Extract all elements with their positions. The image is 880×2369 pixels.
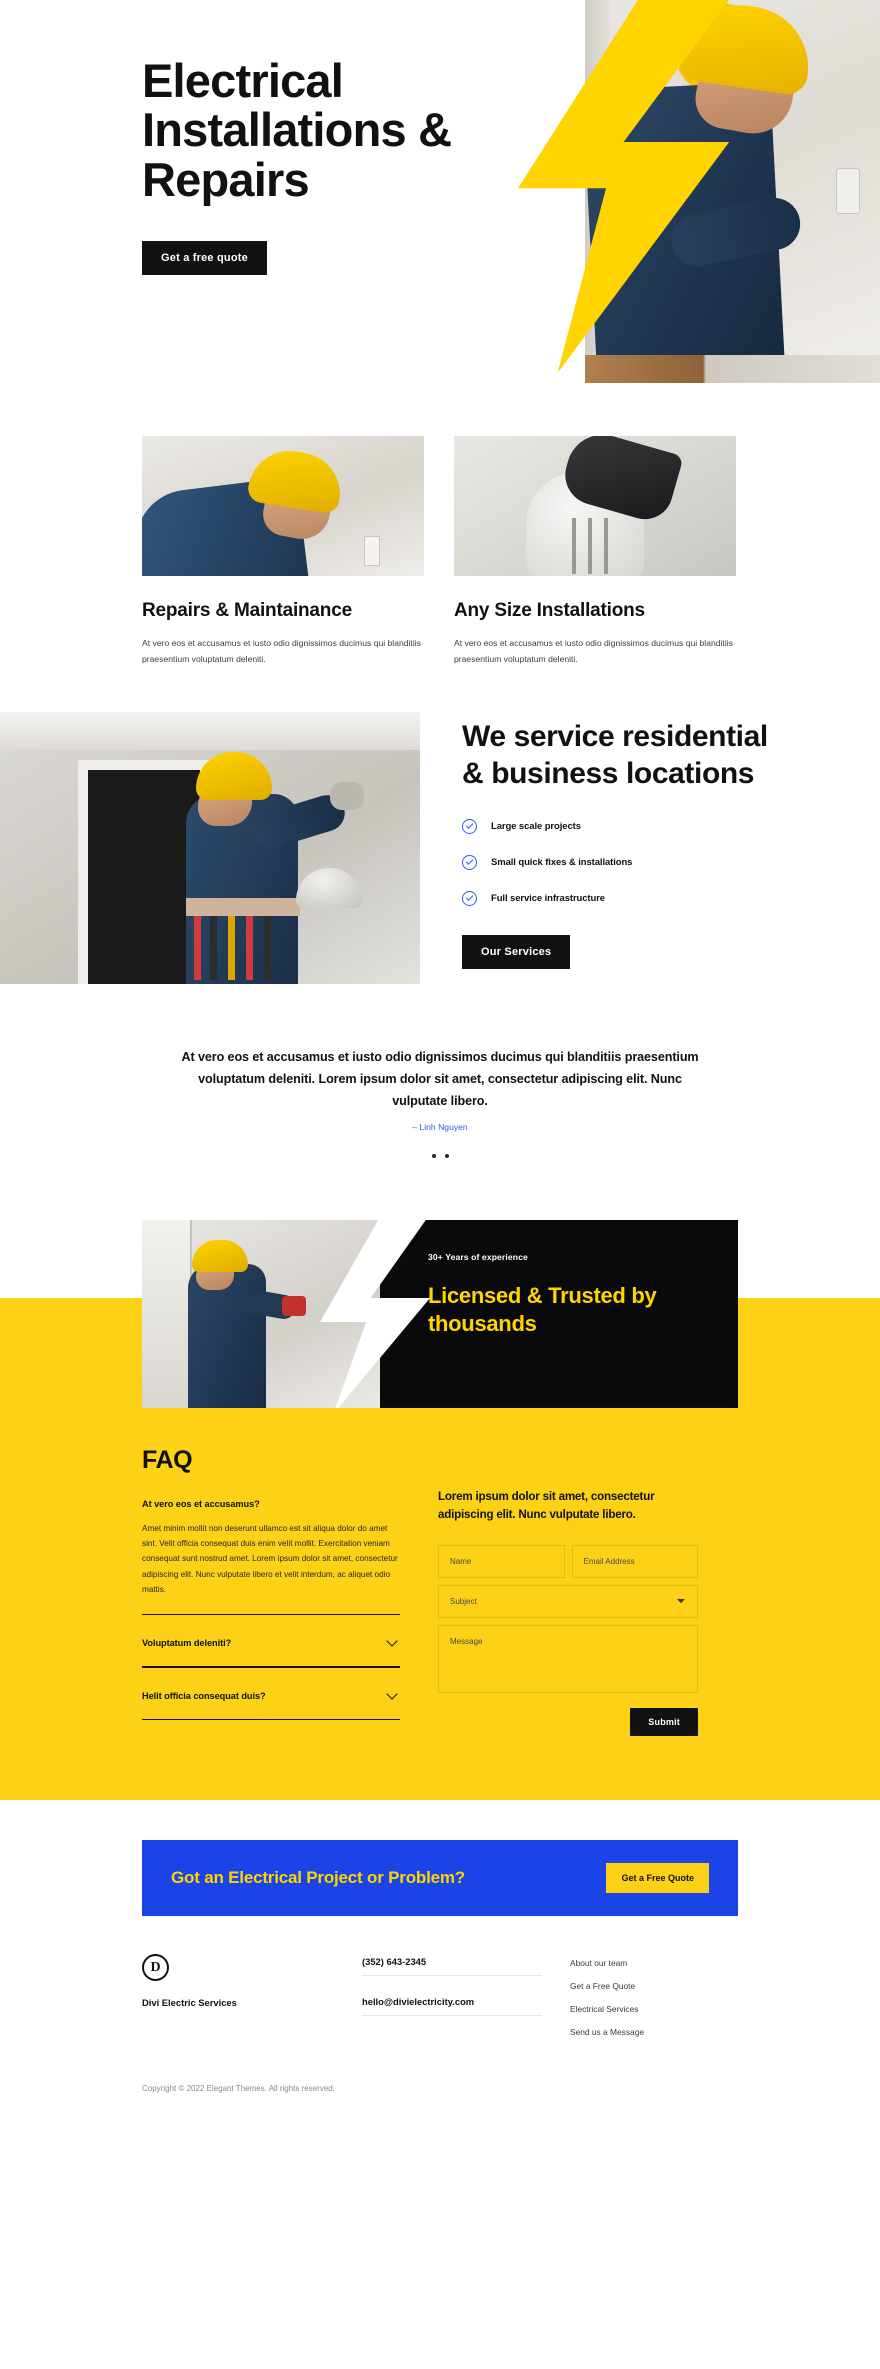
hero-section: Electrical Installations & Repairs Get a… <box>0 0 880 383</box>
licensed-banner-wrapper: 30+ Years of experience Licensed & Trust… <box>0 1220 880 1409</box>
we-service-title: We service residential & business locati… <box>462 719 768 791</box>
footer-brand: D Divi Electric Services <box>142 1954 334 2008</box>
service-card-installations[interactable]: Any Size Installations At vero eos et ac… <box>454 436 736 668</box>
faq-divider <box>142 1718 400 1721</box>
we-service-photo <box>0 711 420 984</box>
email-input[interactable] <box>571 1545 698 1579</box>
footer-email[interactable]: hello@divielectricity.com <box>362 1996 542 2017</box>
footer-link-about[interactable]: About our team <box>570 1958 644 1968</box>
form-row-name-email <box>438 1545 698 1579</box>
feature-label: Small quick fixes & installations <box>491 856 633 868</box>
faq-question: Helit officia consequat duis? <box>142 1690 266 1701</box>
contact-lead-text: Lorem ipsum dolor sit amet, consectetur … <box>438 1490 655 1521</box>
cta-title: Got an Electrical Project or Problem? <box>171 1868 465 1888</box>
footer: D Divi Electric Services (352) 643-2345 … <box>0 1916 880 2050</box>
message-textarea[interactable] <box>438 1625 698 1694</box>
hero-content: Electrical Installations & Repairs Get a… <box>0 0 880 276</box>
service-description: At vero eos et accusamus et iusto odio d… <box>454 638 733 665</box>
chevron-down-icon[interactable] <box>386 1635 398 1648</box>
faq-item-open[interactable]: At vero eos et accusamus? Amet minim mol… <box>142 1475 400 1616</box>
check-circle-icon <box>462 854 477 870</box>
footer-links: About our team Get a Free Quote Electric… <box>570 1954 644 2050</box>
service-image-installations <box>454 436 736 576</box>
service-title: Any Size Installations <box>454 600 645 621</box>
footer-link-services[interactable]: Electrical Services <box>570 2004 644 2014</box>
faq-column: FAQ At vero eos et accusamus? Amet minim… <box>142 1446 400 1736</box>
footer-link-message[interactable]: Send us a Message <box>570 2027 644 2037</box>
page-title: Electrical Installations & Repairs <box>142 54 452 206</box>
we-service-content: We service residential & business locati… <box>420 712 770 969</box>
cta-get-free-quote-button[interactable]: Get a Free Quote <box>606 1863 709 1894</box>
faq-item-collapsed-2[interactable]: Helit officia consequat duis? <box>142 1668 400 1721</box>
list-item: Small quick fixes & installations <box>462 854 770 870</box>
service-description: At vero eos et accusamus et iusto odio d… <box>142 638 421 665</box>
faq-answer: Amet minim mollit non deserunt ullamco e… <box>142 1524 398 1594</box>
subject-select-wrapper[interactable] <box>438 1585 698 1619</box>
service-title: Repairs & Maintainance <box>142 600 352 621</box>
faq-question: Voluptatum deleniti? <box>142 1638 232 1649</box>
contact-form: Submit <box>438 1545 698 1737</box>
faq-question: At vero eos et accusamus? <box>142 1499 260 1510</box>
faq-item-collapsed-1[interactable]: Voluptatum deleniti? <box>142 1615 400 1668</box>
testimonial-slider-dots[interactable] <box>180 1154 700 1159</box>
services-section: Repairs & Maintainance At vero eos et ac… <box>0 383 880 668</box>
get-free-quote-button[interactable]: Get a free quote <box>142 241 267 276</box>
footer-phone[interactable]: (352) 643-2345 <box>362 1956 542 1977</box>
testimonial-quote: At vero eos et accusamus et iusto odio d… <box>181 1049 699 1109</box>
footer-link-quote[interactable]: Get a Free Quote <box>570 1981 644 1991</box>
list-item: Large scale projects <box>462 818 770 834</box>
subject-select[interactable] <box>438 1585 698 1619</box>
divi-logo-icon: D <box>142 1954 169 1982</box>
feature-label: Large scale projects <box>491 820 581 832</box>
licensed-title: Licensed & Trusted by thousands <box>428 1283 657 1337</box>
our-services-button[interactable]: Our Services <box>462 934 571 969</box>
cta-wrapper: Got an Electrical Project or Problem? Ge… <box>0 1800 880 1917</box>
licensed-text-panel: 30+ Years of experience Licensed & Trust… <box>380 1220 738 1409</box>
submit-row: Submit <box>438 1708 698 1737</box>
slider-dot-1[interactable] <box>431 1154 436 1159</box>
we-service-section: We service residential & business locati… <box>0 711 880 984</box>
testimonial-section: At vero eos et accusamus et iusto odio d… <box>0 984 880 1159</box>
copyright-text: Copyright © 2022 Elegant Themes. All rig… <box>142 2084 335 2094</box>
check-circle-icon <box>462 818 477 834</box>
we-service-feature-list: Large scale projects Small quick fixes &… <box>462 818 770 906</box>
footer-contact: (352) 643-2345 hello@divielectricity.com <box>362 1954 542 2036</box>
list-item: Full service infrastructure <box>462 890 770 906</box>
slider-dot-2[interactable] <box>444 1154 449 1159</box>
licensed-banner: 30+ Years of experience Licensed & Trust… <box>142 1220 738 1409</box>
submit-button[interactable]: Submit <box>630 1708 698 1737</box>
testimonial-author: – Linh Nguyen <box>412 1122 468 1133</box>
check-circle-icon <box>462 890 477 906</box>
service-image-repairs <box>142 436 424 576</box>
experience-badge: 30+ Years of experience <box>428 1252 528 1263</box>
faq-heading: FAQ <box>142 1446 193 1475</box>
service-card-repairs[interactable]: Repairs & Maintainance At vero eos et ac… <box>142 436 424 668</box>
cta-banner: Got an Electrical Project or Problem? Ge… <box>142 1840 738 1917</box>
hero-floor <box>585 355 880 383</box>
brand-name: Divi Electric Services <box>142 1997 237 2009</box>
feature-label: Full service infrastructure <box>491 892 605 904</box>
chevron-down-icon[interactable] <box>386 1688 398 1700</box>
name-input[interactable] <box>438 1545 565 1579</box>
contact-column: Lorem ipsum dolor sit amet, consectetur … <box>438 1446 698 1737</box>
